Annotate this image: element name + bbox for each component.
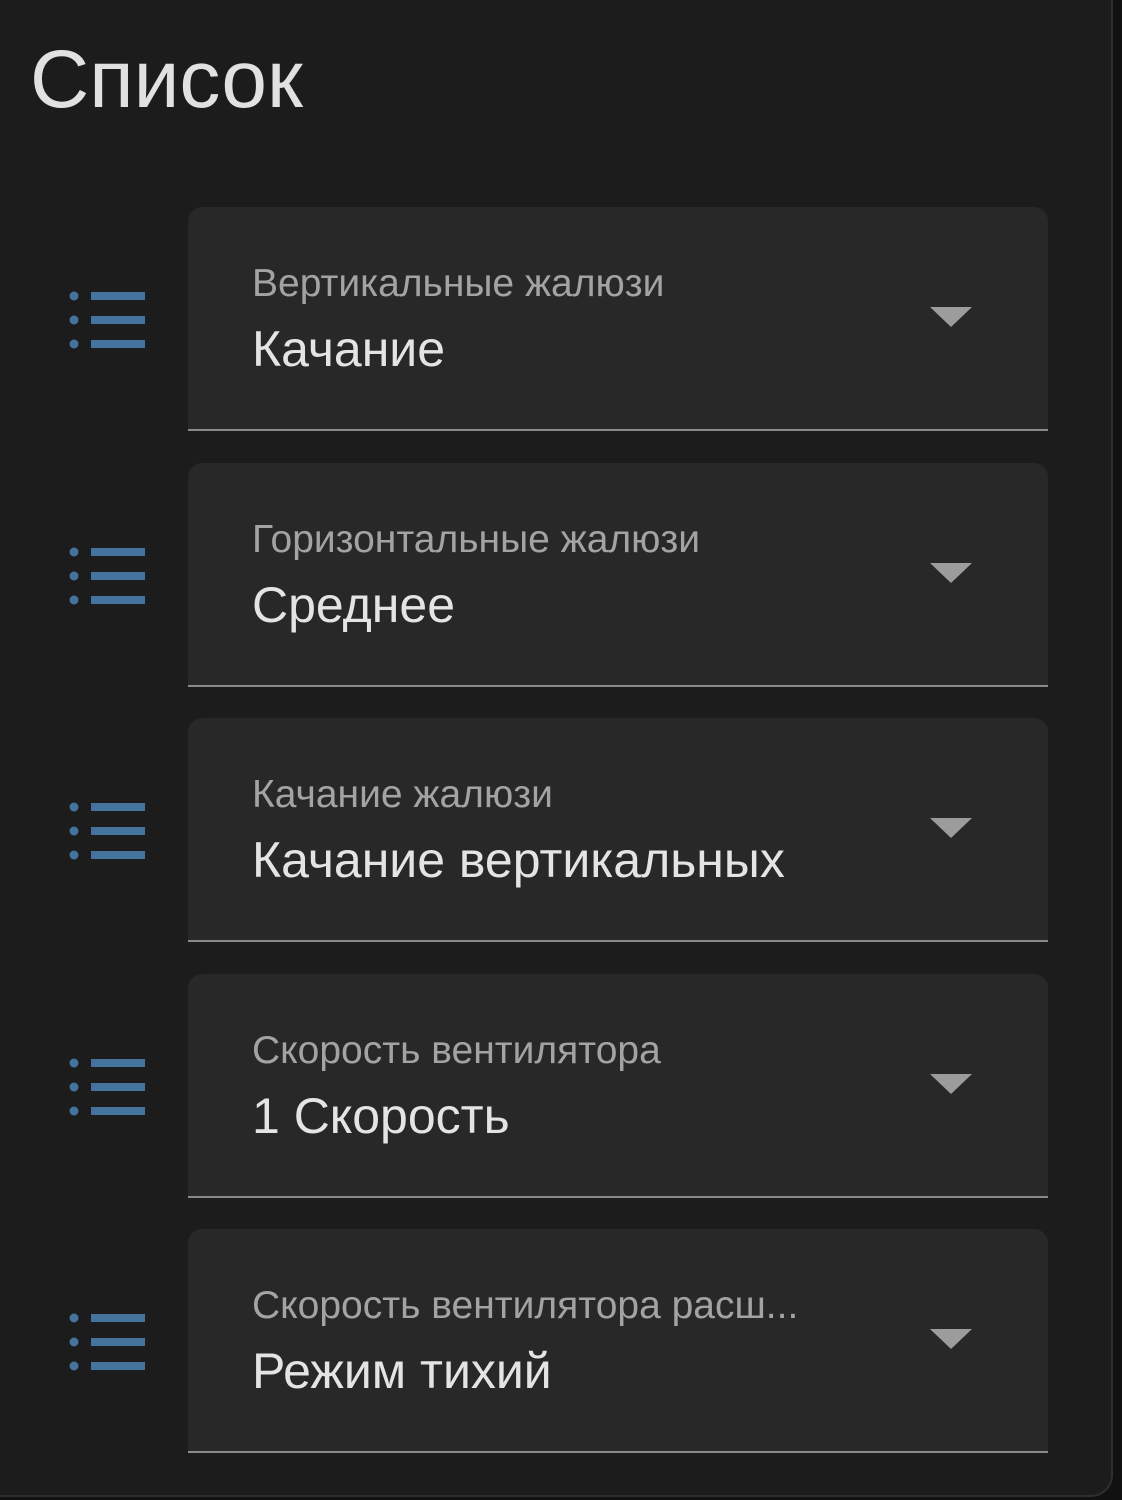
entity-row: Горизонтальные жалюзи Среднее	[0, 463, 1113, 687]
entity-row: Скорость вентилятора 1 Скорость	[0, 974, 1113, 1198]
dropdown-arrow-icon[interactable]	[930, 818, 972, 838]
entities-card: Список Вертикальные жалюзи Качание Гориз…	[0, 0, 1113, 1497]
select-fan-speed-extended[interactable]: Скорость вентилятора расш... Режим тихий	[188, 1229, 1048, 1453]
select-label: Скорость вентилятора расш...	[252, 1284, 799, 1327]
format-list-bulleted-icon	[69, 1313, 145, 1371]
entity-row: Скорость вентилятора расш... Режим тихий	[0, 1229, 1113, 1453]
select-vertical-louvers[interactable]: Вертикальные жалюзи Качание	[188, 207, 1048, 431]
format-list-bulleted-icon	[69, 291, 145, 349]
format-list-bulleted-icon	[69, 1058, 145, 1116]
entity-row: Вертикальные жалюзи Качание	[0, 207, 1113, 431]
format-list-bulleted-icon	[69, 547, 145, 605]
select-label: Скорость вентилятора	[252, 1029, 661, 1072]
select-value: Режим тихий	[252, 1343, 552, 1399]
select-value: Среднее	[252, 577, 456, 633]
select-value: 1 Скорость	[252, 1088, 510, 1144]
format-list-bulleted-icon	[69, 802, 145, 860]
select-fan-speed[interactable]: Скорость вентилятора 1 Скорость	[188, 974, 1048, 1198]
entity-row: Качание жалюзи Качание вертикальных	[0, 718, 1113, 942]
select-value: Качание вертикальных	[252, 832, 785, 888]
select-louver-swing[interactable]: Качание жалюзи Качание вертикальных	[188, 718, 1048, 942]
dropdown-arrow-icon[interactable]	[930, 1329, 972, 1349]
select-label: Горизонтальные жалюзи	[252, 518, 701, 561]
dropdown-arrow-icon[interactable]	[930, 563, 972, 583]
dropdown-arrow-icon[interactable]	[930, 1074, 972, 1094]
card-title: Список	[30, 34, 303, 125]
select-label: Качание жалюзи	[252, 773, 553, 816]
dropdown-arrow-icon[interactable]	[930, 307, 972, 327]
select-value: Качание	[252, 321, 446, 377]
select-horizontal-louvers[interactable]: Горизонтальные жалюзи Среднее	[188, 463, 1048, 687]
select-label: Вертикальные жалюзи	[252, 262, 665, 305]
